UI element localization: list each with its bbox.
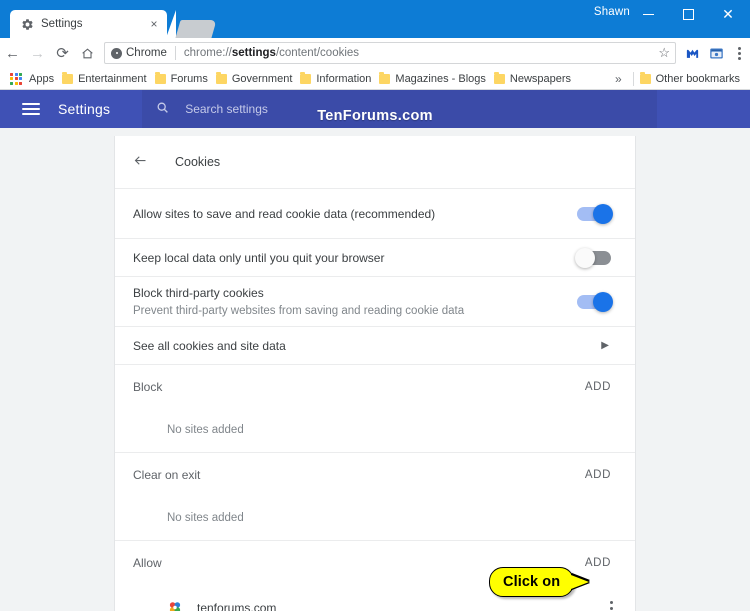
section-header-block: Block ADD <box>115 364 635 408</box>
apps-grid-icon[interactable] <box>10 72 22 85</box>
cookies-settings-card: Cookies Allow sites to save and read coo… <box>114 136 636 611</box>
row-text: Block third-party cookies Prevent third-… <box>133 285 577 319</box>
settings-page: Settings Search settings TenForums.com C… <box>0 90 750 611</box>
folder-icon <box>379 71 391 84</box>
empty-state-block: No sites added <box>167 424 244 436</box>
card-title: Cookies <box>175 155 221 169</box>
add-button-block[interactable]: ADD <box>585 381 611 393</box>
bookmark-star-icon[interactable]: ☆ <box>652 45 670 61</box>
section-header-clear-on-exit: Clear on exit ADD <box>115 452 635 496</box>
bookmark-entertainment[interactable]: Entertainment <box>60 70 152 88</box>
row-text: Keep local data only until you quit your… <box>133 249 577 267</box>
malwarebytes-icon[interactable] <box>680 40 704 66</box>
row-title: Block third-party cookies <box>133 285 264 300</box>
callout-click-on: Click on <box>489 567 590 597</box>
forward-icon: → <box>30 44 45 62</box>
page-title: Settings <box>58 101 111 117</box>
bookmark-label: Newspapers <box>509 72 572 85</box>
bookmark-label: Magazines - Blogs <box>395 72 486 85</box>
folder-icon <box>493 71 505 84</box>
reload-icon[interactable]: ⟳ <box>50 40 75 66</box>
browser-window: Shawn ✕ Settings × ← → ⟳ Chrome chrome:/… <box>0 0 750 611</box>
bookmarks-overflow: » Other bookmarks <box>608 70 746 88</box>
bookmarks-divider <box>632 71 634 86</box>
chrome-icon <box>111 47 122 59</box>
bookmark-label: Forums <box>170 72 208 85</box>
site-name: tenforums.com <box>197 601 277 611</box>
bookmark-government[interactable]: Government <box>214 70 299 88</box>
site-identity-badge[interactable]: Chrome <box>111 47 167 59</box>
settings-top-bar: Settings Search settings <box>0 90 750 128</box>
folder-icon <box>639 71 651 84</box>
row-subtitle: Prevent third-party websites from saving… <box>133 304 465 317</box>
setting-row-see-all-cookies[interactable]: See all cookies and site data ▶ <box>115 326 635 364</box>
gear-icon <box>20 17 34 31</box>
card-header: Cookies <box>115 136 635 188</box>
search-placeholder: Search settings <box>185 102 268 116</box>
add-button-clear-on-exit[interactable]: ADD <box>585 469 611 481</box>
section-title: Block <box>133 379 163 394</box>
back-arrow-icon[interactable] <box>133 153 155 172</box>
toggle-allow-cookies[interactable] <box>577 203 613 224</box>
tab-settings[interactable]: Settings × <box>10 10 176 38</box>
section-title: Clear on exit <box>133 467 201 482</box>
folder-icon <box>154 71 166 84</box>
callout-text: Click on <box>503 574 561 590</box>
hamburger-icon[interactable] <box>22 103 40 115</box>
bookmark-label: Information <box>316 72 372 85</box>
row-title: Allow sites to save and read cookie data… <box>133 206 436 221</box>
callout-tail <box>571 575 590 589</box>
search-icon <box>156 101 169 117</box>
close-icon[interactable]: × <box>147 17 161 31</box>
toggle-keep-local-data[interactable] <box>575 247 611 268</box>
bookmark-information[interactable]: Information <box>298 70 377 88</box>
row-text: See all cookies and site data <box>133 337 601 355</box>
url-highlight: settings <box>231 47 276 59</box>
empty-state-clear-on-exit: No sites added <box>167 512 244 524</box>
bookmark-label: Apps <box>29 72 55 85</box>
url-suffix: /content/cookies <box>275 47 360 59</box>
toggle-block-third-party[interactable] <box>577 291 613 312</box>
url-prefix: chrome:// <box>183 47 232 59</box>
callout-bubble: Click on <box>489 567 590 597</box>
tenforums-icon <box>167 600 183 611</box>
tab-strip: Settings × <box>0 10 750 38</box>
secure-label: Chrome <box>126 47 167 59</box>
bookmark-label: Other bookmarks <box>655 72 740 85</box>
row-title: Keep local data only until you quit your… <box>133 250 385 265</box>
url-text: chrome://settings/content/cookies <box>184 47 359 59</box>
bookmark-label: Government <box>231 72 293 85</box>
folder-icon <box>215 71 227 84</box>
kebab-menu-icon[interactable] <box>610 601 613 611</box>
chrome-menu-button[interactable] <box>728 40 750 66</box>
bookmark-apps[interactable]: Apps <box>27 70 60 88</box>
bookmark-newspapers[interactable]: Newspapers <box>492 70 577 88</box>
tab-title: Settings <box>41 18 83 30</box>
screen-capture-icon[interactable] <box>704 40 728 66</box>
setting-row-block-third-party[interactable]: Block third-party cookies Prevent third-… <box>115 276 635 326</box>
kebab-menu-icon <box>737 46 741 60</box>
bookmark-label: Entertainment <box>78 72 147 85</box>
row-title: See all cookies and site data <box>133 338 286 353</box>
omnibox-divider <box>174 46 176 60</box>
folder-icon <box>300 71 312 84</box>
bookmarks-bar: Apps Entertainment Forums Government Inf… <box>0 68 750 90</box>
setting-row-keep-local-data[interactable]: Keep local data only until you quit your… <box>115 238 635 276</box>
bookmark-forums[interactable]: Forums <box>153 70 214 88</box>
folder-icon <box>62 71 74 84</box>
new-tab-button[interactable] <box>175 20 217 38</box>
bookmark-other-bookmarks[interactable]: Other bookmarks <box>638 70 746 88</box>
bookmark-magazines-blogs[interactable]: Magazines - Blogs <box>377 70 492 88</box>
add-button-allow[interactable]: ADD <box>585 557 611 569</box>
address-bar[interactable]: Chrome chrome://settings/content/cookies… <box>104 42 676 64</box>
chevron-right-icon[interactable]: ▶ <box>601 340 609 351</box>
home-icon[interactable] <box>75 40 100 66</box>
row-text: Allow sites to save and read cookie data… <box>133 205 577 223</box>
browser-toolbar: ← → ⟳ Chrome chrome://settings/content/c… <box>0 38 750 68</box>
back-icon[interactable]: ← <box>0 40 25 66</box>
chevron-double-right-icon[interactable]: » <box>608 72 629 86</box>
search-settings-box[interactable]: Search settings <box>142 90 658 128</box>
setting-row-allow-cookies[interactable]: Allow sites to save and read cookie data… <box>115 188 635 238</box>
